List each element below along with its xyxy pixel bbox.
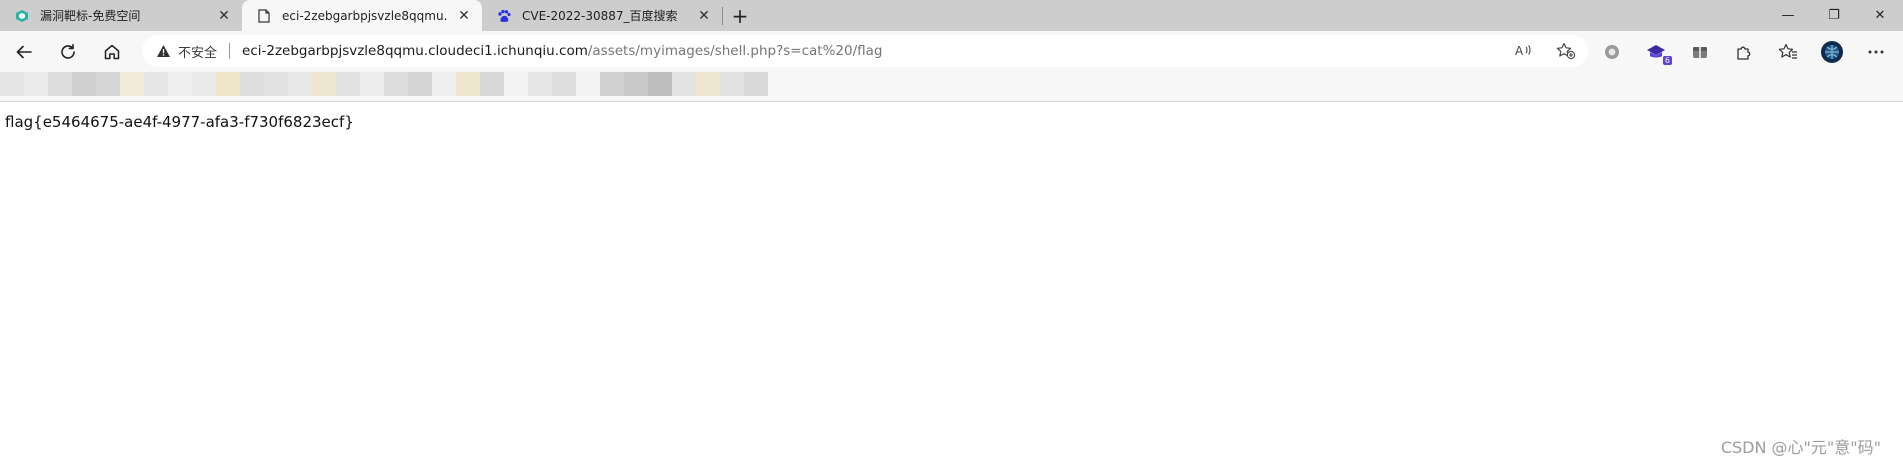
blurred-favorite-block [264, 72, 288, 96]
puzzle-icon [1737, 46, 1751, 60]
tab-vuln-target[interactable]: 漏洞靶标-免费空间 ✕ [0, 0, 242, 31]
extension-box-button[interactable] [1682, 36, 1718, 68]
blurred-favorite-block [0, 72, 24, 96]
star-add-icon [1556, 42, 1576, 60]
flag-output-text: flag{e5464675-ae4f-4977-afa3-f730f6823ec… [5, 113, 354, 131]
new-tab-button[interactable]: + [723, 0, 757, 31]
profile-button[interactable] [1814, 36, 1850, 68]
tab-active-flag-page[interactable]: eci-2zebgarbpjsvzle8qqmu.cloudeci1.ichun… [242, 0, 482, 31]
csdn-watermark: CSDN @心"元"意"码" [1720, 438, 1881, 457]
blurred-favorite-block [456, 72, 480, 96]
tab-title: CVE-2022-30887_百度搜索 [522, 9, 678, 23]
add-favorite-button[interactable] [1552, 35, 1580, 67]
blurred-favorite-block [672, 72, 696, 96]
blurred-favorite-block [696, 72, 720, 96]
blurred-favorite-block [384, 72, 408, 96]
page-favicon-icon [256, 8, 272, 24]
read-aloud-icon: A [1515, 44, 1531, 58]
reload-icon [61, 43, 75, 59]
blurred-favorite-block [216, 72, 240, 96]
blurred-favorite-block [648, 72, 672, 96]
box-extension-icon [1693, 46, 1707, 58]
nav-buttons [6, 36, 130, 68]
warning-icon [157, 45, 170, 57]
close-tab-icon[interactable]: ✕ [696, 8, 712, 24]
favorites-star-icon [1778, 43, 1797, 59]
blurred-favorite-block [120, 72, 144, 96]
blurred-favorite-block [144, 72, 168, 96]
read-aloud-button[interactable]: A [1510, 35, 1538, 67]
security-label: 不安全 [178, 45, 218, 61]
extension-badge-button[interactable]: 6 [1638, 36, 1674, 68]
extensions-area: 6 [1594, 31, 1894, 72]
circle-extension-icon [1605, 44, 1619, 59]
blurred-favorite-block [312, 72, 336, 96]
address-divider [229, 43, 231, 59]
tab-title: 漏洞靶标-免费空间 [40, 9, 141, 23]
extensions-button[interactable] [1726, 36, 1762, 68]
blurred-favorite-block [336, 72, 360, 96]
url-text[interactable]: eci-2zebgarbpjsvzle8qqmu.cloudeci1.ichun… [242, 43, 882, 59]
blurred-favorite-block [72, 72, 96, 96]
blurred-favorite-block [48, 72, 72, 96]
back-button[interactable] [6, 36, 42, 68]
home-button[interactable] [94, 36, 130, 68]
restore-button[interactable]: ❐ [1811, 0, 1857, 31]
baidu-paw-icon [496, 8, 512, 24]
close-tab-icon[interactable]: ✕ [456, 8, 472, 24]
tab-baidu-search[interactable]: CVE-2022-30887_百度搜索 ✕ [482, 0, 722, 31]
url-host: eci-2zebgarbpjsvzle8qqmu.cloudeci1.ichun… [242, 43, 588, 59]
blurred-favorite-block [192, 72, 216, 96]
blurred-favorite-block [552, 72, 576, 96]
minimize-button[interactable]: — [1765, 0, 1811, 31]
blurred-favorite-block [408, 72, 432, 96]
url-path: /assets/myimages/shell.php?s=cat%20/flag [587, 43, 883, 59]
extension-badge-count: 6 [1662, 55, 1672, 65]
tab-strip: 漏洞靶标-免费空间 ✕ eci-2zebgarbpjsvzle8qqmu.clo… [0, 0, 1903, 31]
address-bar[interactable]: 不安全 eci-2zebgarbpjsvzle8qqmu.cloudeci1.i… [142, 35, 1588, 67]
blurred-favorite-block [480, 72, 504, 96]
blurred-favorite-block [96, 72, 120, 96]
close-window-button[interactable]: ✕ [1857, 0, 1903, 31]
address-bar-actions: A [1510, 35, 1580, 67]
blurred-favorite-block [432, 72, 456, 96]
blurred-favorite-block [168, 72, 192, 96]
browser-toolbar: 不安全 eci-2zebgarbpjsvzle8qqmu.cloudeci1.i… [0, 31, 1903, 72]
cube-favicon-icon [14, 8, 30, 24]
blurred-favorite-block [528, 72, 552, 96]
blurred-favorite-block [240, 72, 264, 96]
settings-more-button[interactable] [1858, 36, 1894, 68]
blurred-favorite-block [600, 72, 624, 96]
blurred-favorite-block [624, 72, 648, 96]
close-tab-icon[interactable]: ✕ [216, 8, 232, 24]
back-arrow-icon [16, 45, 32, 58]
blurred-favorite-block [24, 72, 48, 96]
blurred-favorite-block [744, 72, 768, 96]
tab-title: eci-2zebgarbpjsvzle8qqmu.cloudeci1.ichun… [282, 8, 448, 23]
more-dots-icon [1868, 50, 1884, 53]
window-controls: — ❐ ✕ [1765, 0, 1903, 31]
page-content: flag{e5464675-ae4f-4977-afa3-f730f6823ec… [0, 103, 1903, 472]
blurred-favorite-block [288, 72, 312, 96]
blurred-favorite-block [360, 72, 384, 96]
reload-button[interactable] [50, 36, 86, 68]
favorites-button[interactable] [1770, 36, 1806, 68]
favorites-bar [0, 72, 1903, 102]
blurred-favorite-block [576, 72, 600, 96]
blurred-favorites [0, 72, 768, 98]
home-icon [104, 44, 120, 59]
blurred-favorite-block [720, 72, 744, 96]
extension-grey-button[interactable] [1594, 36, 1630, 68]
svg-text:A: A [1515, 44, 1524, 58]
blurred-favorite-block [504, 72, 528, 96]
security-indicator[interactable]: 不安全 [156, 42, 217, 61]
avatar-icon [1821, 40, 1843, 63]
